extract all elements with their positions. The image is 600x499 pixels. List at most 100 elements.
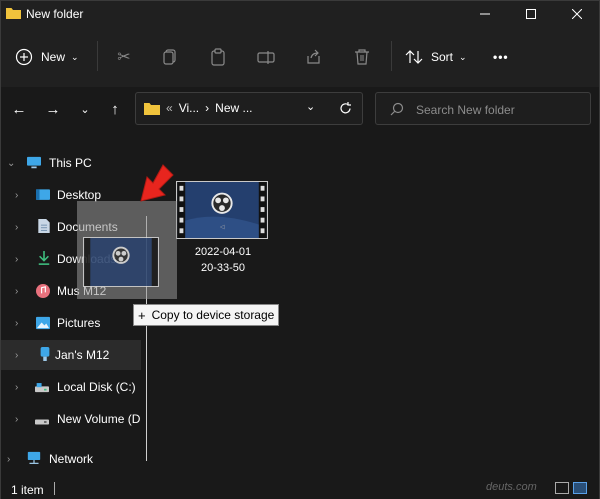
nav-item-network[interactable]: › Network [1, 444, 141, 474]
search-icon [390, 102, 404, 116]
rename-button[interactable] [257, 43, 275, 71]
status-divider [54, 482, 55, 495]
nav-label: New Volume (D [57, 412, 141, 426]
chevron-right-icon: › [15, 413, 19, 425]
overflow-chevron-icon: « [166, 101, 173, 115]
address-bar[interactable]: « Vi... › New ... ⌄ [135, 92, 363, 125]
desktop-icon [36, 189, 50, 200]
new-plus-icon [15, 48, 33, 66]
copy-icon [163, 49, 176, 65]
rename-icon [257, 51, 275, 64]
maximize-button[interactable] [508, 1, 554, 27]
close-button[interactable] [554, 1, 600, 27]
command-bar: New ⌄ ✂ Sort ⌄ ••• [1, 27, 599, 87]
nav-label: Desktop [57, 188, 102, 202]
up-button[interactable]: ↑ [103, 99, 127, 119]
chevron-down-icon: ⌄ [459, 51, 467, 62]
file-name: 2022-04-01 20-33-50 [194, 246, 252, 274]
copy-button[interactable] [161, 43, 179, 71]
explorer-window: New folder New ⌄ ✂ Sort ⌄ ••• ← → ⌄ ↑ « … [0, 0, 600, 499]
nav-item-pictures[interactable]: › Pictures [1, 308, 141, 338]
minimize-button[interactable] [462, 1, 508, 27]
documents-icon [38, 219, 50, 233]
chevron-down-icon: ⌄ [7, 158, 16, 169]
phone-icon [40, 347, 50, 361]
search-placeholder: Search New folder [416, 103, 515, 117]
back-button[interactable]: ← [7, 99, 31, 119]
watermark: deuts.com [486, 481, 537, 493]
paste-button[interactable] [209, 43, 227, 71]
download-icon [38, 251, 50, 265]
nav-item-local-disk[interactable]: › Local Disk (C:) [1, 372, 141, 402]
network-icon [27, 451, 41, 464]
more-icon: ••• [493, 50, 509, 64]
minimize-icon [480, 13, 490, 15]
nav-label: Jan's M12 [55, 348, 110, 362]
nav-label: Network [49, 452, 94, 466]
address-row: ← → ⌄ ↑ « Vi... › New ... ⌄ Search New f… [1, 87, 599, 131]
drive-icon [35, 419, 49, 425]
chevron-right-icon: › [15, 221, 19, 233]
arrow-up-icon: ↑ [111, 100, 119, 118]
breadcrumb-separator-icon: › [205, 101, 210, 115]
chevron-right-icon: › [15, 285, 19, 297]
toolbar-divider [97, 41, 98, 71]
tooltip-text: Copy to device storage [151, 308, 275, 322]
search-input[interactable]: Search New folder [375, 92, 591, 125]
more-options-button[interactable]: ••• [493, 43, 509, 71]
new-button[interactable]: New ⌄ [15, 43, 79, 71]
delete-button[interactable] [353, 43, 371, 71]
drag-preview [77, 201, 177, 299]
maximize-icon [526, 9, 536, 19]
details-view-icon[interactable] [555, 482, 569, 494]
trash-icon [355, 49, 369, 65]
drag-tooltip: + Copy to device storage [133, 304, 279, 326]
nav-item-this-pc[interactable]: ⌄ This PC [1, 148, 141, 178]
toolbar-divider [391, 41, 392, 71]
chevron-right-icon: › [15, 189, 19, 201]
sort-icon [405, 50, 423, 64]
breadcrumb-videos[interactable]: Vi... [179, 101, 199, 115]
video-thumbnail: ◁ [176, 181, 268, 239]
chevron-right-icon: › [15, 317, 19, 329]
nav-item-phone[interactable]: › Jan's M12 [1, 340, 141, 370]
nav-label: Local Disk (C:) [57, 380, 136, 394]
item-count: 1 item [11, 483, 44, 497]
breadcrumb-new-folder[interactable]: New ... [215, 101, 252, 115]
folder-icon [6, 8, 21, 19]
monitor-icon [27, 156, 41, 169]
pictures-icon [36, 316, 50, 330]
chevron-down-icon: ⌄ [80, 103, 90, 116]
music-icon [36, 284, 50, 298]
disk-icon [35, 383, 49, 393]
chevron-right-icon: › [15, 253, 19, 265]
nav-label: Pictures [57, 316, 101, 330]
close-icon [572, 9, 582, 19]
title-bar: New folder [1, 1, 599, 27]
sort-label: Sort [431, 50, 454, 64]
nav-label: This PC [49, 156, 92, 170]
video-thumbnail [83, 237, 159, 287]
status-bar: 1 item deuts.com [1, 479, 599, 499]
sort-button[interactable]: Sort ⌄ [405, 43, 467, 71]
plus-icon: + [138, 307, 146, 323]
folder-icon [144, 102, 160, 115]
arrow-left-icon: ← [11, 100, 27, 118]
forward-button[interactable]: → [41, 99, 65, 119]
share-button[interactable] [305, 43, 323, 71]
nav-item-new-volume[interactable]: › New Volume (D [1, 404, 141, 434]
chevron-right-icon: › [15, 349, 19, 361]
address-dropdown-icon[interactable]: ⌄ [306, 100, 315, 113]
red-arrow-icon [140, 164, 174, 202]
chevron-right-icon: › [15, 381, 19, 393]
scissors-icon: ✂ [117, 49, 131, 66]
recent-locations-button[interactable]: ⌄ [73, 99, 97, 119]
cut-button[interactable]: ✂ [113, 43, 135, 71]
large-icons-view-icon[interactable] [573, 482, 587, 494]
window-title: New folder [26, 7, 84, 21]
svg-text:◁: ◁ [220, 224, 225, 230]
new-label: New [41, 50, 66, 64]
refresh-icon[interactable] [338, 101, 353, 116]
paste-icon [211, 48, 225, 66]
arrow-right-icon: → [45, 100, 61, 118]
